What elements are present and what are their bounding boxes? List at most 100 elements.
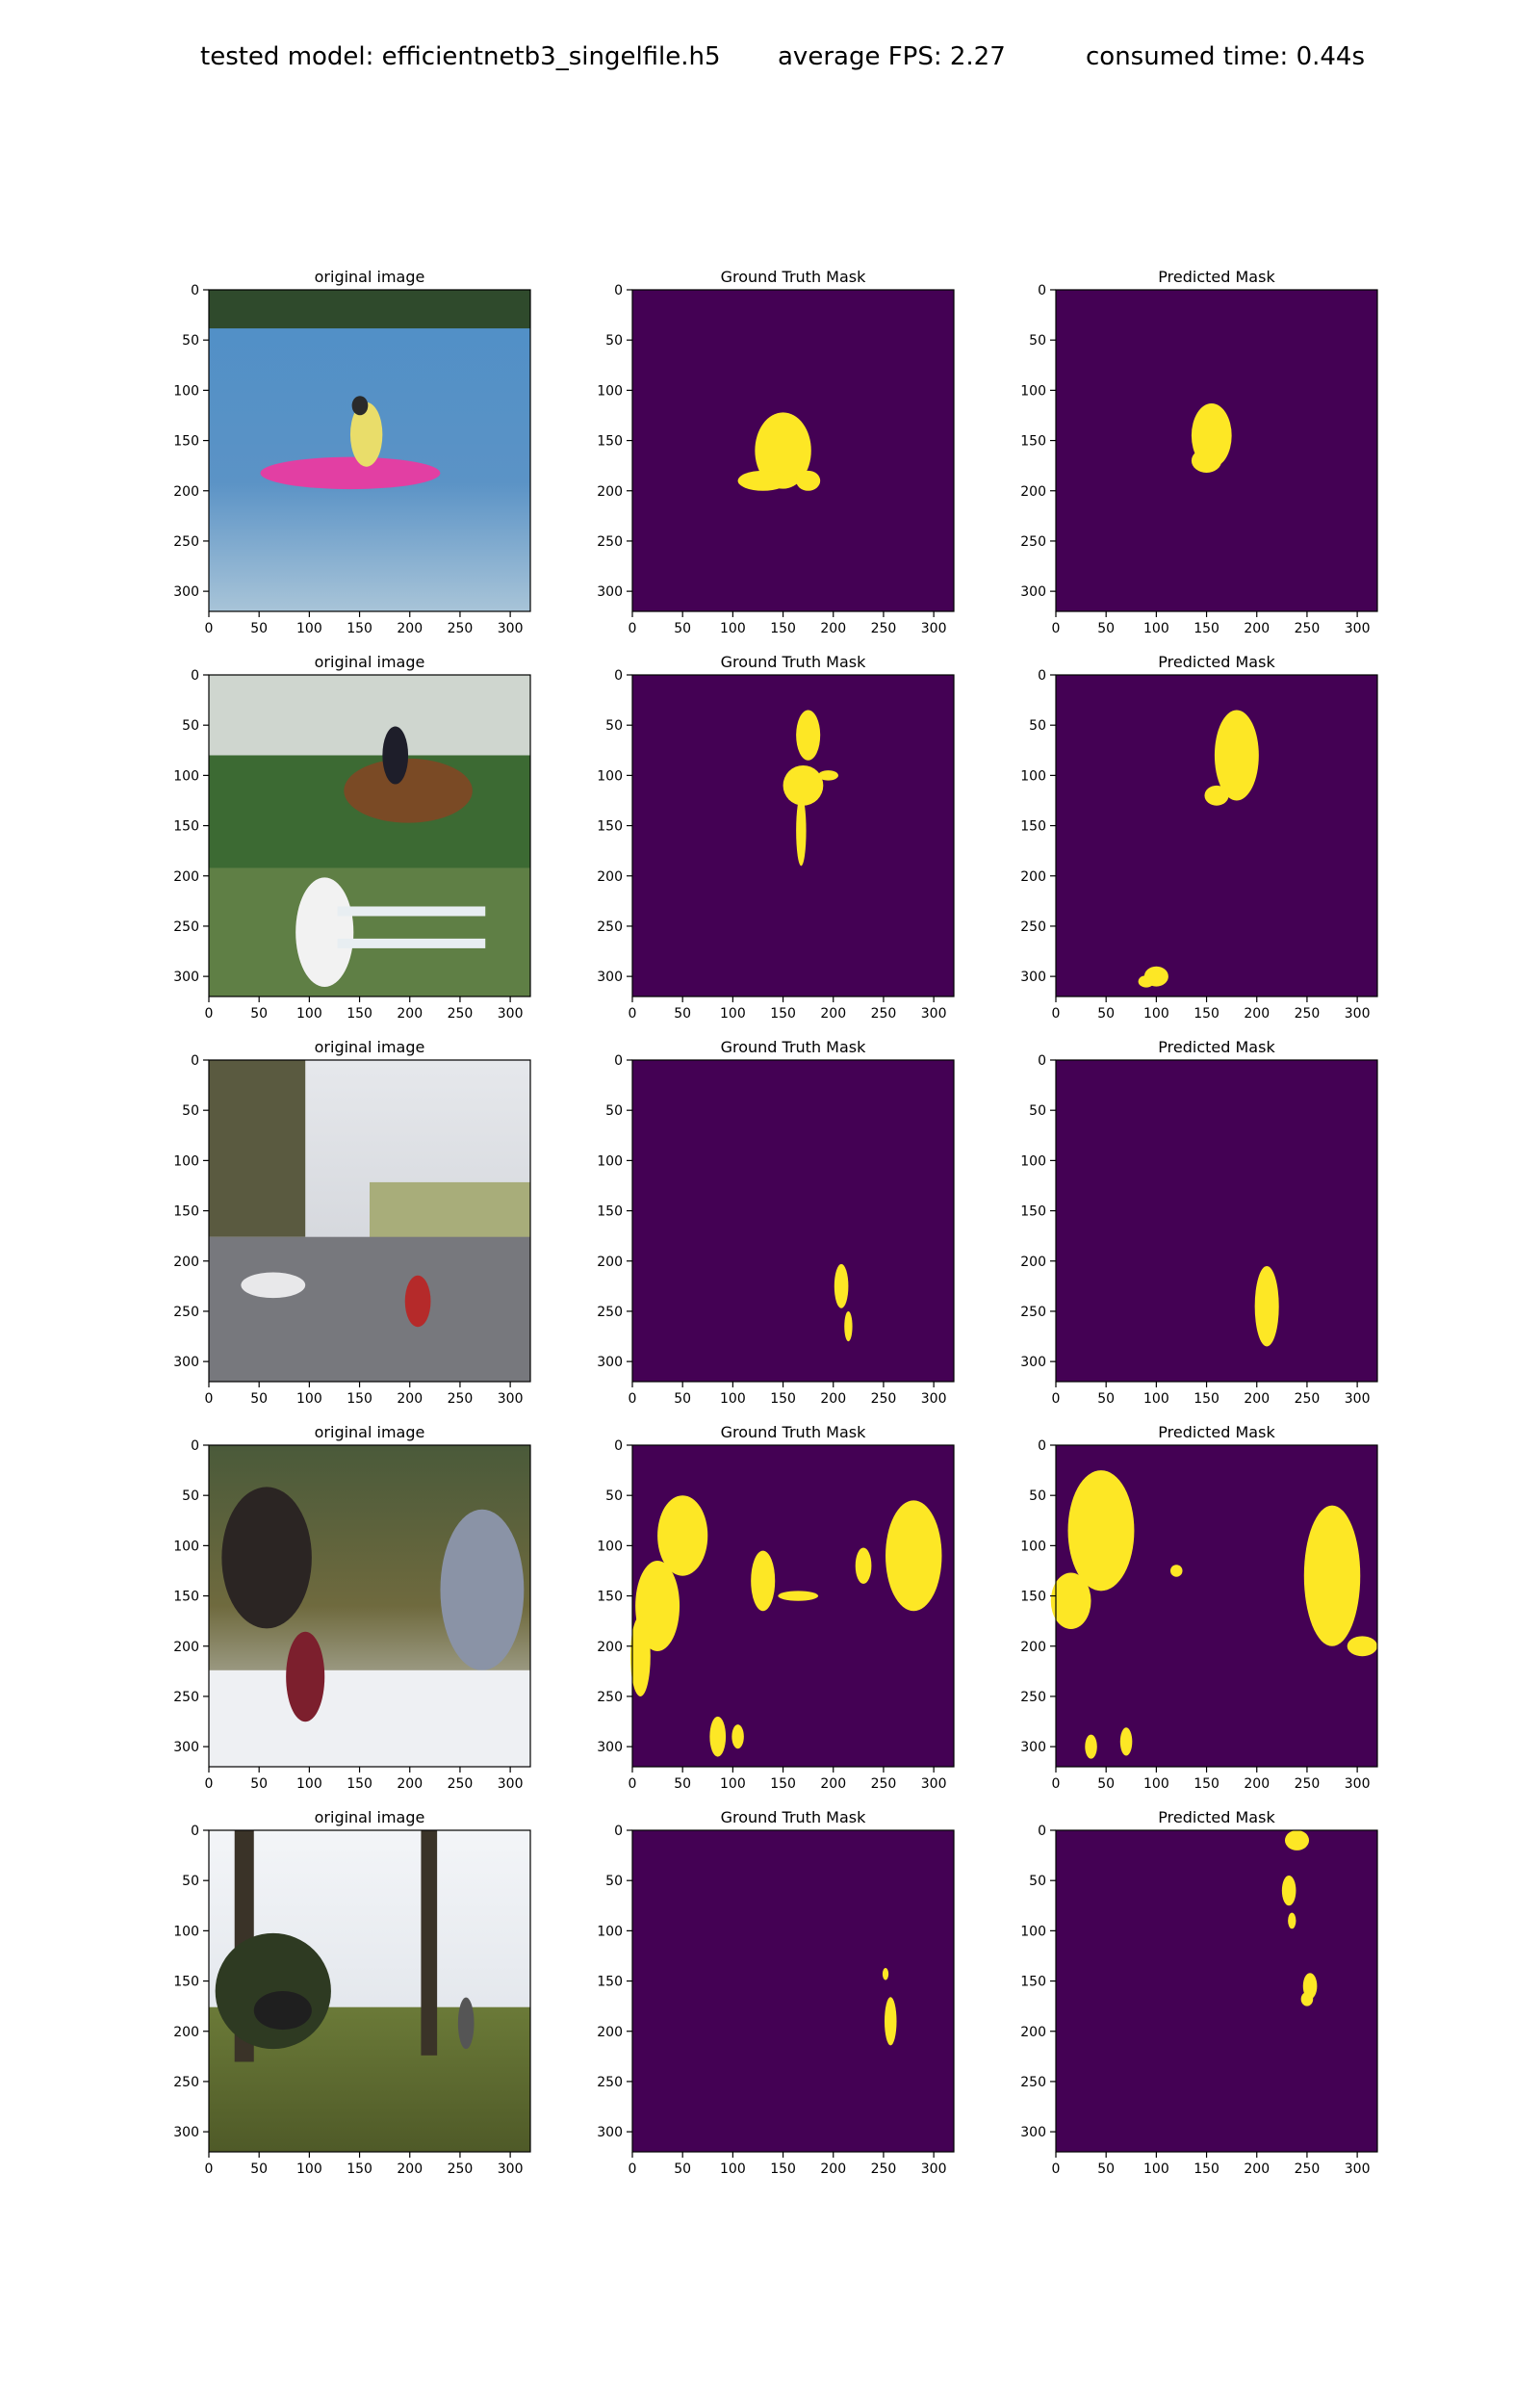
mask-region	[1191, 448, 1222, 473]
x-tick-label: 0	[629, 621, 637, 636]
original-image-title: original image	[315, 1808, 425, 1826]
x-tick-label: 250	[871, 1391, 897, 1407]
x-tick-label: 250	[448, 1391, 474, 1407]
x-tick-label: 200	[1244, 1391, 1270, 1407]
mask-region	[1119, 1727, 1133, 1756]
horse	[344, 758, 473, 823]
x-tick-label: 50	[250, 2161, 268, 2177]
original-image-panel: original image 0 50 100 150 200 250 300 0 50 100 15…	[173, 1423, 531, 1792]
y-tick-label: 150	[173, 1204, 199, 1220]
y-tick-label: 200	[173, 2025, 199, 2040]
y-tick-label: 200	[173, 484, 199, 500]
x-tick-label: 150	[346, 1776, 372, 1792]
mask-region	[1347, 1636, 1377, 1657]
ground-truth-mask-title: Ground Truth Mask	[721, 1038, 867, 1056]
y-tick-label: 300	[173, 1740, 199, 1755]
y-tick-label: 200	[173, 869, 199, 885]
predicted-mask-panel: Predicted Mask 0 50 100 150 200 250 300 0 50 100 15…	[1020, 653, 1378, 1022]
x-tick-label: 100	[720, 1006, 746, 1022]
x-tick-label: 100	[1143, 1006, 1169, 1022]
y-tick-label: 0	[191, 1824, 199, 1839]
y-tick-label: 250	[1020, 1305, 1046, 1320]
y-tick-label: 50	[182, 1488, 199, 1504]
mask-region	[751, 1550, 776, 1612]
x-tick-label: 200	[1244, 2161, 1270, 2177]
x-tick-label: 150	[346, 621, 372, 636]
x-tick-label: 50	[1097, 1391, 1115, 1407]
y-tick-label: 50	[605, 1874, 623, 1889]
x-tick-label: 0	[1052, 1776, 1061, 1792]
predicted-mask-panel: Predicted Mask 0 50 100 150 200 250 300 0 50 100 15…	[1020, 1808, 1378, 2177]
y-tick-label: 250	[173, 2075, 199, 2090]
x-tick-label: 300	[921, 621, 947, 636]
x-tick-label: 300	[921, 1391, 947, 1407]
x-tick-label: 250	[1295, 2161, 1321, 2177]
x-tick-label: 300	[498, 1006, 524, 1022]
mask-region	[844, 1310, 853, 1342]
x-tick-label: 200	[820, 2161, 846, 2177]
x-tick-label: 100	[296, 1006, 322, 1022]
y-tick-label: 50	[1029, 1874, 1046, 1889]
x-tick-label: 250	[1295, 1006, 1321, 1022]
y-tick-label: 250	[597, 1690, 623, 1705]
x-tick-label: 300	[498, 2161, 524, 2177]
x-tick-label: 150	[346, 1006, 372, 1022]
y-tick-label: 0	[1038, 1438, 1046, 1454]
x-tick-label: 250	[871, 1006, 897, 1022]
y-tick-label: 100	[173, 1539, 199, 1554]
y-tick-label: 250	[597, 1305, 623, 1320]
x-tick-label: 250	[871, 2161, 897, 2177]
wine-glass	[286, 1631, 325, 1722]
y-tick-label: 200	[1020, 1640, 1046, 1655]
y-tick-label: 200	[597, 869, 623, 885]
y-tick-label: 300	[1020, 1740, 1046, 1755]
y-tick-label: 100	[1020, 383, 1046, 399]
original-image-panel: original image 0 50 100 150 200 250 300 0 50 100 15…	[173, 268, 531, 636]
x-tick-label: 0	[629, 2161, 637, 2177]
y-tick-label: 300	[1020, 970, 1046, 985]
y-tick-label: 250	[173, 1690, 199, 1705]
x-tick-label: 200	[1244, 1006, 1270, 1022]
x-tick-label: 150	[1194, 621, 1219, 636]
y-tick-label: 300	[173, 1355, 199, 1370]
y-tick-label: 250	[1020, 2075, 1046, 2090]
x-tick-label: 250	[448, 2161, 474, 2177]
y-tick-label: 200	[1020, 484, 1046, 500]
mask-region	[882, 1967, 889, 1980]
y-tick-label: 200	[173, 1640, 199, 1655]
mask-region	[1067, 1470, 1135, 1592]
ground-truth-mask-title: Ground Truth Mask	[721, 1423, 867, 1441]
x-tick-label: 300	[498, 1776, 524, 1792]
diner-right	[440, 1509, 525, 1670]
y-tick-label: 150	[1020, 1590, 1046, 1605]
road	[209, 1236, 530, 1382]
mask-region	[1300, 1992, 1314, 2006]
y-tick-label: 100	[173, 383, 199, 399]
trees-left	[209, 1060, 306, 1237]
x-tick-label: 50	[1097, 621, 1115, 636]
predicted-mask-panel: Predicted Mask 0 50 100 150 200 250 300 0 50 100 15…	[1020, 1423, 1378, 1792]
x-tick-label: 0	[205, 1776, 214, 1792]
x-tick-label: 200	[397, 1006, 423, 1022]
diner-left	[221, 1487, 312, 1629]
y-tick-label: 0	[1038, 283, 1046, 298]
kayaker-head	[351, 396, 369, 416]
x-tick-label: 0	[1052, 1391, 1061, 1407]
y-tick-label: 0	[191, 283, 199, 298]
y-tick-label: 150	[173, 1590, 199, 1605]
y-tick-label: 0	[614, 668, 623, 684]
fence-rail-1	[337, 906, 486, 917]
y-tick-label: 250	[1020, 919, 1046, 935]
x-tick-label: 150	[770, 1391, 796, 1407]
y-tick-label: 250	[597, 534, 623, 550]
y-tick-label: 100	[597, 383, 623, 399]
x-tick-label: 0	[205, 1006, 214, 1022]
y-tick-label: 50	[605, 1103, 623, 1119]
predicted-mask-panel: Predicted Mask 0 50 100 150 200 250 300 0 50 100 15…	[1020, 1038, 1378, 1407]
x-tick-label: 200	[397, 1776, 423, 1792]
y-tick-label: 250	[1020, 1690, 1046, 1705]
x-tick-label: 200	[397, 621, 423, 636]
x-tick-label: 50	[674, 1776, 691, 1792]
mask-region	[732, 1724, 744, 1749]
y-tick-label: 100	[597, 1924, 623, 1939]
